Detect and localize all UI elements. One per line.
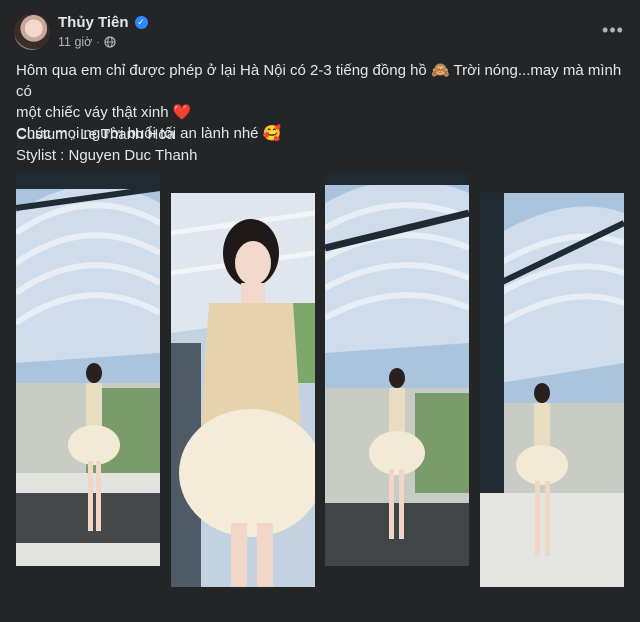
facebook-post: Thủy Tiên ✓ 11 giờ · ••• Hôm qua em chỉ … (0, 0, 640, 622)
verified-badge-icon: ✓ (134, 16, 148, 29)
globe-icon[interactable] (104, 36, 116, 48)
post-meta: 11 giờ · (58, 35, 116, 49)
photo-1-image (16, 173, 160, 566)
post-photo-4[interactable] (480, 193, 624, 587)
post-text-line: Hôm qua em chỉ được phép ở lại Hà Nội có… (16, 62, 622, 100)
photo-3-image (325, 173, 469, 566)
separator-dot: · (96, 36, 100, 48)
post-photo-2[interactable] (171, 193, 315, 587)
post-photo-3[interactable] (325, 173, 469, 566)
post-header: Thủy Tiên ✓ 11 giờ · ••• (14, 12, 626, 56)
credit-stylist: Stylist : Nguyen Duc Thanh (16, 147, 198, 164)
post-text-line: một chiếc váy thật xinh ❤️ (16, 104, 192, 121)
credit-costume: Custum : Le Thanh Hoa (16, 126, 175, 143)
photo-4-image (480, 193, 624, 587)
more-options-icon[interactable]: ••• (600, 18, 626, 44)
author-name[interactable]: Thủy Tiên (58, 14, 129, 31)
post-credits: Custum : Le Thanh Hoa Stylist : Nguyen D… (16, 124, 197, 166)
post-time[interactable]: 11 giờ (58, 35, 92, 49)
photo-2-image (171, 193, 315, 587)
author-line: Thủy Tiên ✓ (58, 14, 148, 31)
author-avatar[interactable] (14, 14, 50, 50)
post-photo-1[interactable] (16, 173, 160, 566)
